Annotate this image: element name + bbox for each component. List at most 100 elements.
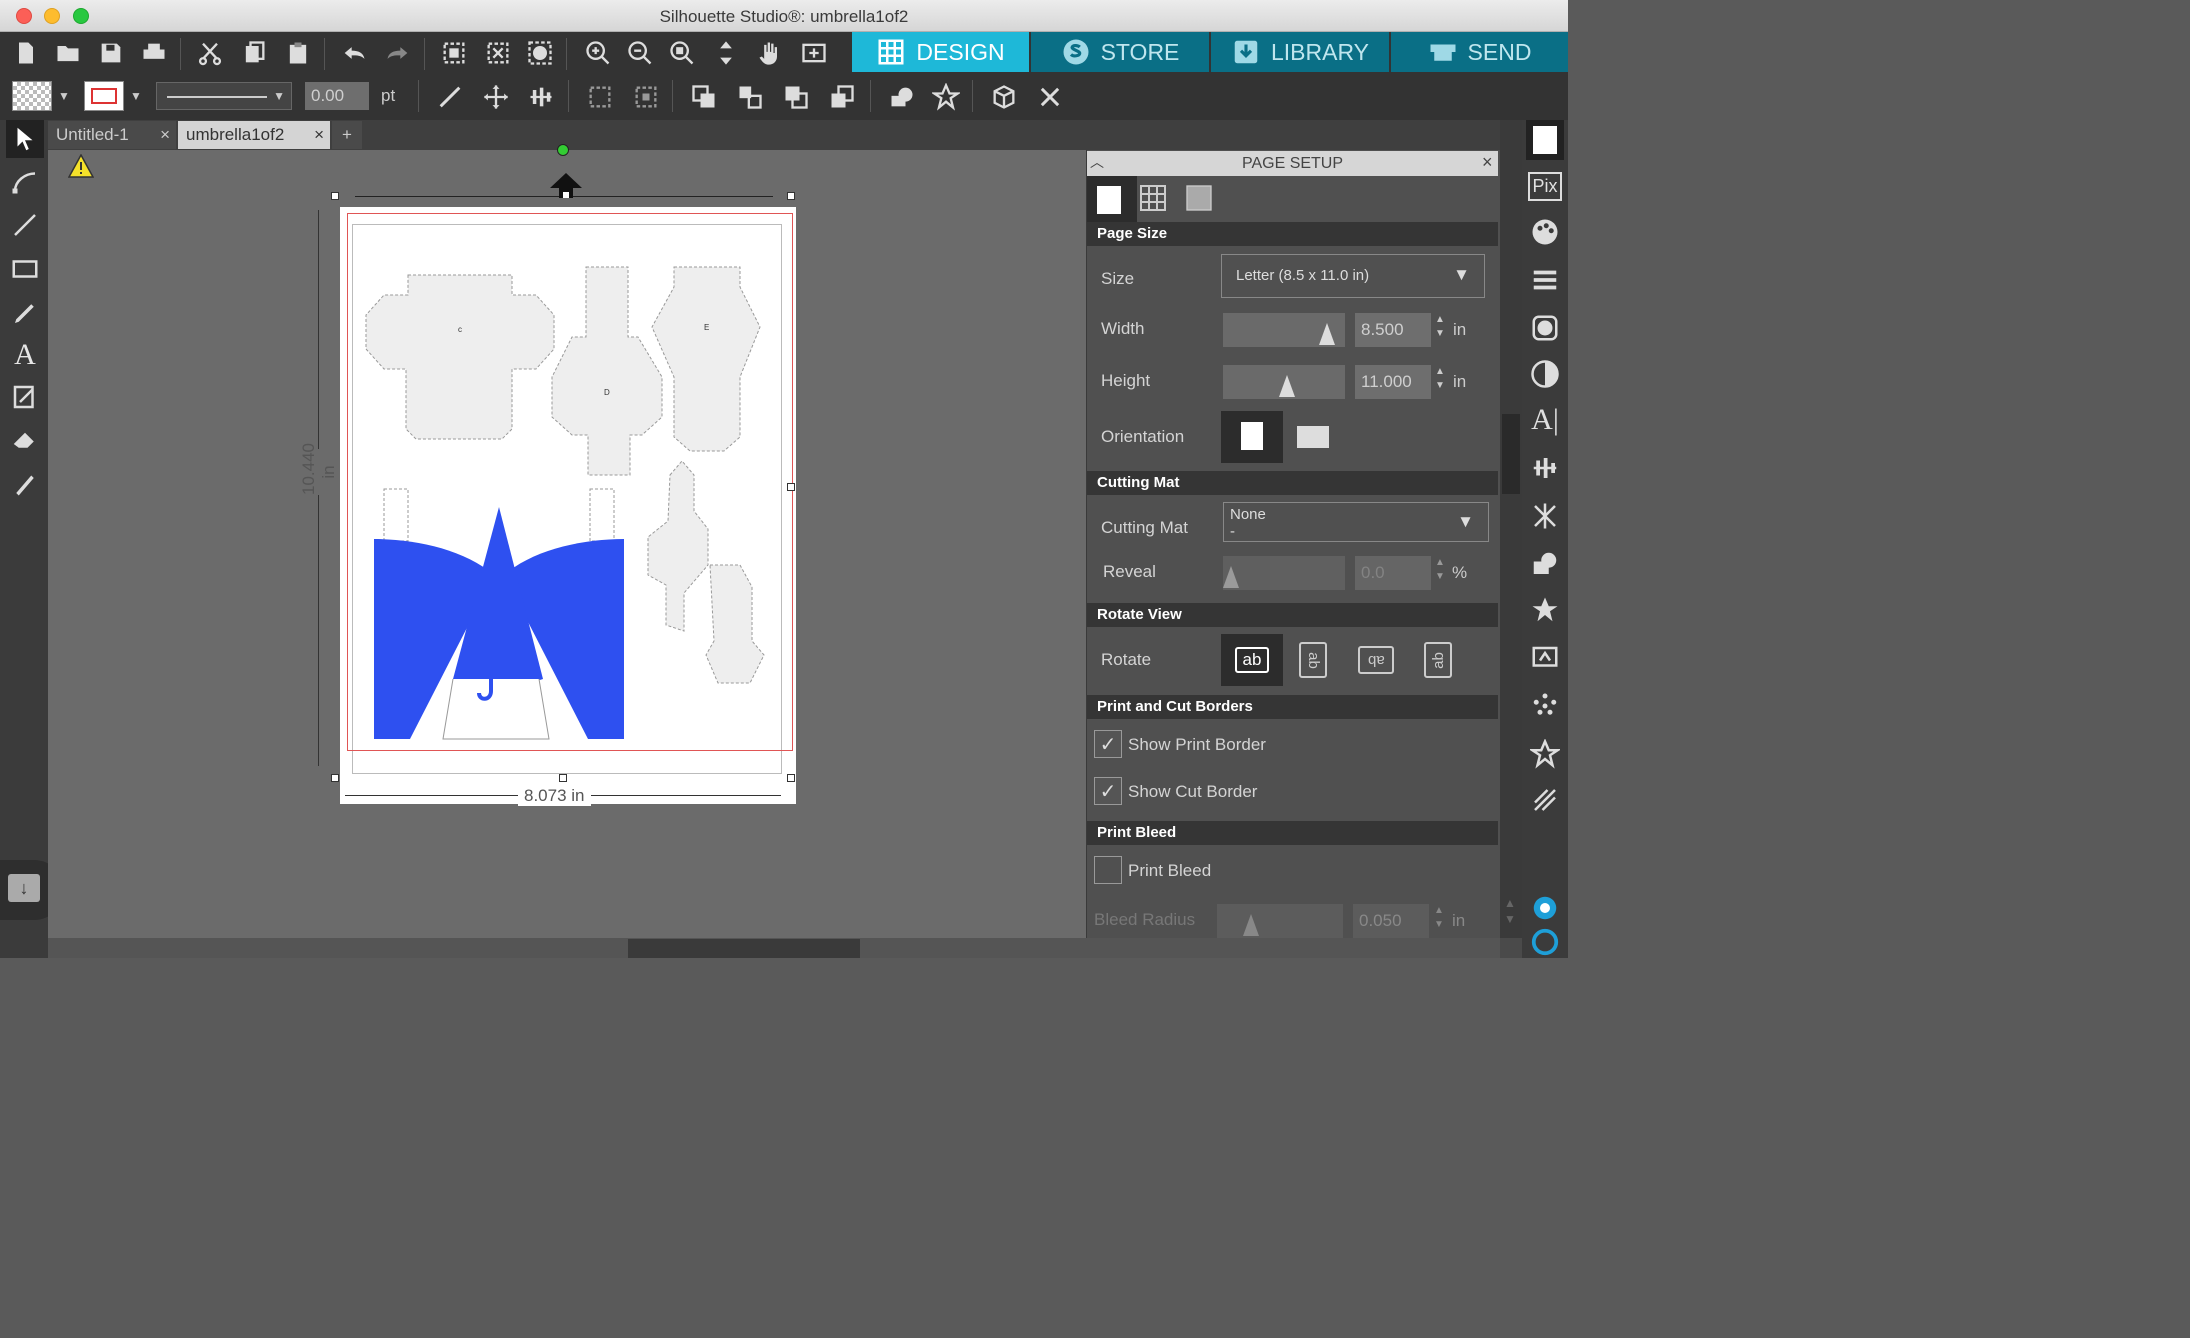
show-print-border-checkbox[interactable]: ✓ — [1094, 730, 1122, 758]
edit-points-icon[interactable] — [6, 162, 44, 200]
select-pointer-icon[interactable] — [6, 120, 44, 158]
resize-handle[interactable] — [331, 774, 339, 782]
rotate-270-button[interactable]: ab — [1424, 642, 1452, 678]
rotate-handle[interactable] — [557, 144, 569, 156]
print-icon[interactable] — [136, 35, 172, 71]
reveal-stepper[interactable]: ▲ ▼ — [1435, 556, 1445, 584]
resize-handle[interactable] — [787, 192, 795, 200]
sketch-tool-icon[interactable] — [6, 378, 44, 416]
select-all-icon[interactable] — [436, 35, 472, 71]
vertical-scrollbar-thumb[interactable] — [1502, 414, 1520, 494]
line-tool-icon[interactable] — [432, 79, 468, 115]
tab-store[interactable]: STORE — [1031, 32, 1209, 72]
weld-icon[interactable] — [884, 79, 920, 115]
fit-to-page-icon[interactable] — [796, 35, 832, 71]
new-tab-button[interactable]: + — [332, 121, 362, 149]
page-setup-tab[interactable] — [1087, 176, 1137, 222]
rotate-0-button[interactable]: ab — [1221, 634, 1283, 686]
deselect-icon[interactable] — [480, 35, 516, 71]
sync-icon[interactable] — [1526, 922, 1564, 958]
resize-handle[interactable] — [331, 192, 339, 200]
bleed-radius-stepper[interactable]: ▲ ▼ — [1434, 904, 1444, 932]
palette-icon[interactable] — [1526, 212, 1564, 252]
text-tool-icon[interactable]: A — [6, 336, 44, 374]
line-style-panel-icon[interactable] — [1526, 260, 1564, 300]
show-cut-border-checkbox[interactable]: ✓ — [1094, 777, 1122, 805]
bleed-radius-input[interactable]: 0.050 — [1353, 904, 1429, 938]
send-to-back-icon[interactable] — [824, 79, 860, 115]
rectangle-icon[interactable] — [6, 250, 44, 288]
bring-forward-icon[interactable] — [732, 79, 768, 115]
page-size-select[interactable]: Letter (8.5 x 11.0 in) ▼ — [1221, 254, 1485, 298]
star-panel-icon[interactable] — [1526, 590, 1564, 630]
tab-send[interactable]: SEND — [1391, 32, 1568, 72]
reveal-input[interactable]: 0.0 — [1355, 556, 1431, 590]
move-tool-icon[interactable] — [478, 79, 514, 115]
doc-tab-umbrella[interactable]: umbrella1of2 × — [178, 121, 330, 149]
modify-icon[interactable] — [1526, 544, 1564, 584]
line-color-swatch[interactable] — [84, 81, 124, 111]
eraser-icon[interactable] — [6, 420, 44, 458]
save-icon[interactable] — [93, 35, 129, 71]
redo-icon[interactable] — [380, 35, 416, 71]
3d-box-icon[interactable] — [986, 79, 1022, 115]
tab-design[interactable]: DESIGN — [852, 32, 1029, 72]
bring-to-front-icon[interactable] — [686, 79, 722, 115]
open-folder-icon[interactable] — [50, 35, 86, 71]
paste-icon[interactable] — [280, 35, 316, 71]
scrollbar-thumb[interactable] — [628, 939, 860, 958]
doc-tab-untitled[interactable]: Untitled-1 × — [48, 121, 176, 149]
rotate-180-button[interactable]: ab — [1358, 646, 1394, 674]
undo-icon[interactable] — [336, 35, 372, 71]
landscape-orientation-button[interactable] — [1297, 426, 1329, 448]
warning-icon[interactable] — [67, 153, 95, 183]
sketch-dots-icon[interactable] — [1526, 686, 1564, 726]
fill-dropdown-arrow-icon[interactable]: ▼ — [58, 89, 70, 103]
close-tab-icon[interactable]: × — [314, 125, 324, 145]
replicate-icon[interactable] — [1526, 496, 1564, 536]
line-style-select[interactable]: ▼ — [156, 82, 292, 110]
width-slider[interactable] — [1223, 313, 1345, 347]
zoom-fit-icon[interactable] — [664, 35, 700, 71]
page-setup-panel-icon[interactable] — [1526, 120, 1564, 160]
tab-library[interactable]: LIBRARY — [1211, 32, 1389, 72]
pencil-icon[interactable] — [6, 294, 44, 332]
height-stepper[interactable]: ▲ ▼ — [1435, 365, 1445, 393]
pixscan-icon[interactable]: Pix — [1526, 166, 1564, 206]
star-shape-icon[interactable] — [928, 79, 964, 115]
reveal-slider[interactable] — [1223, 556, 1345, 590]
star-outline-icon[interactable] — [1526, 734, 1564, 774]
vertical-scrollbar[interactable] — [1500, 120, 1522, 938]
hatch-icon[interactable] — [1526, 780, 1564, 820]
move-arrow-icon[interactable] — [549, 172, 583, 205]
copy-icon[interactable] — [236, 35, 272, 71]
resize-handle[interactable] — [787, 774, 795, 782]
fill-pattern-icon[interactable] — [1526, 308, 1564, 348]
close-panel-icon[interactable]: × — [1482, 152, 1493, 173]
scroll-arrows-icon[interactable]: ▲ ▼ — [1504, 895, 1516, 927]
background-icon[interactable] — [1183, 182, 1217, 216]
close-tab-icon[interactable]: × — [160, 125, 170, 145]
height-slider[interactable] — [1223, 365, 1345, 399]
zoom-out-icon[interactable] — [622, 35, 658, 71]
collapse-panel-icon[interactable]: ︿ — [1090, 152, 1104, 172]
width-stepper[interactable]: ▲ ▼ — [1435, 313, 1445, 341]
grid-settings-icon[interactable] — [1137, 182, 1171, 216]
cutting-mat-select[interactable]: None - ▼ — [1223, 502, 1489, 542]
resize-handle[interactable] — [787, 483, 795, 491]
ungroup-icon[interactable] — [628, 79, 664, 115]
select-by-color-icon[interactable] — [522, 35, 558, 71]
hand-tool-icon[interactable] — [752, 35, 788, 71]
close-x-icon[interactable] — [1032, 79, 1068, 115]
gradient-icon[interactable] — [1526, 354, 1564, 394]
trace-icon[interactable] — [1526, 638, 1564, 678]
width-input[interactable]: 8.500 — [1355, 313, 1431, 347]
print-bleed-checkbox[interactable] — [1094, 856, 1122, 884]
cut-icon[interactable] — [192, 35, 228, 71]
fill-color-swatch[interactable] — [12, 81, 52, 111]
line-width-input[interactable]: 0.00 — [305, 82, 369, 110]
group-icon[interactable] — [582, 79, 618, 115]
resize-handle[interactable] — [559, 774, 567, 782]
portrait-orientation-button[interactable] — [1221, 411, 1283, 463]
align-tool-icon[interactable] — [523, 79, 559, 115]
